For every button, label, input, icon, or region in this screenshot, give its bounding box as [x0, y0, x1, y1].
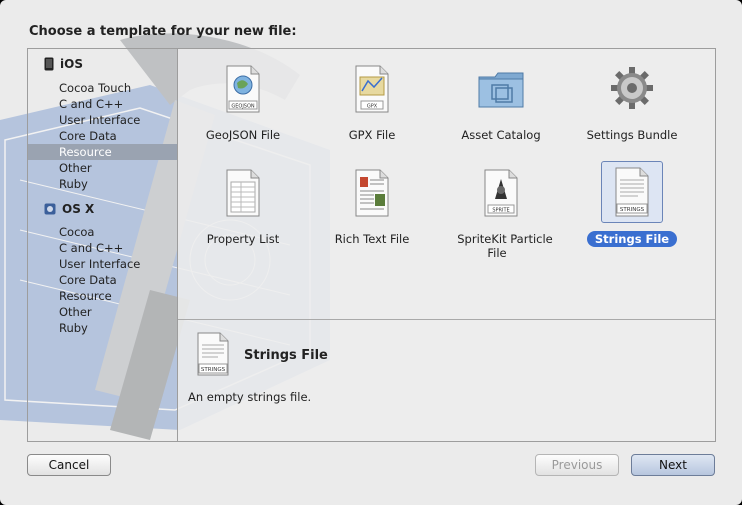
strings-file-icon: STRINGS	[601, 161, 663, 223]
next-button[interactable]: Next	[631, 454, 715, 476]
template-label: GPX File	[348, 128, 396, 142]
template-spritekit-particle-file[interactable]: SPRITE SpriteKit Particle File	[436, 159, 566, 260]
strings-file-icon: STRINGS	[197, 332, 229, 376]
gpx-file-icon: GPX	[355, 65, 389, 113]
svg-text:STRINGS: STRINGS	[201, 367, 226, 373]
sidebar-group-osx[interactable]: OS X	[44, 200, 94, 218]
dialog-heading: Choose a template for your new file:	[29, 24, 297, 39]
template-rich-text-file[interactable]: Rich Text File	[307, 159, 437, 249]
template-settings-bundle[interactable]: Settings Bundle	[567, 55, 697, 145]
sidebar-item-ruby-ios[interactable]: Ruby	[28, 176, 178, 192]
detail-title: Strings File	[244, 348, 328, 363]
cancel-button[interactable]: Cancel	[27, 454, 111, 476]
template-label: Rich Text File	[334, 232, 410, 246]
template-asset-catalog[interactable]: Asset Catalog	[436, 55, 566, 145]
sidebar-item-other-ios[interactable]: Other	[28, 160, 178, 176]
previous-button[interactable]: Previous	[535, 454, 619, 476]
sidebar-item-c-cpp-osx[interactable]: C and C++	[28, 240, 178, 256]
property-list-icon	[226, 169, 260, 217]
osx-icon	[44, 203, 56, 215]
svg-text:SPRITE: SPRITE	[492, 208, 509, 214]
sidebar-group-ios[interactable]: iOS	[44, 55, 83, 73]
iphone-icon	[44, 57, 54, 71]
sidebar-item-cocoa[interactable]: Cocoa	[28, 224, 178, 240]
sidebar-item-c-cpp-ios[interactable]: C and C++	[28, 96, 178, 112]
template-panel: GEOJSON GeoJSON File GPX GPX File Asset …	[177, 48, 716, 442]
template-label: Settings Bundle	[586, 128, 678, 142]
template-geojson-file[interactable]: GEOJSON GeoJSON File	[178, 55, 308, 145]
svg-text:GEOJSON: GEOJSON	[231, 104, 255, 110]
rich-text-file-icon	[355, 169, 389, 217]
template-strings-file[interactable]: STRINGS Strings File	[567, 159, 697, 249]
sidebar-item-other-osx[interactable]: Other	[28, 304, 178, 320]
sidebar-group-label: iOS	[60, 57, 83, 71]
template-label: Strings File	[586, 231, 678, 247]
sidebar-item-cocoa-touch[interactable]: Cocoa Touch	[28, 80, 178, 96]
sidebar-item-core-data-ios[interactable]: Core Data	[28, 128, 178, 144]
new-file-dialog: Choose a template for your new file: iOS…	[0, 0, 742, 505]
asset-catalog-folder-icon	[478, 72, 524, 108]
geojson-file-icon: GEOJSON	[226, 65, 260, 113]
template-gpx-file[interactable]: GPX GPX File	[307, 55, 437, 145]
svg-text:STRINGS: STRINGS	[620, 207, 645, 213]
sidebar-item-ruby-osx[interactable]: Ruby	[28, 320, 178, 336]
sprite-file-icon: SPRITE	[484, 169, 518, 217]
template-category-sidebar: iOS Cocoa Touch C and C++ User Interface…	[27, 48, 178, 442]
sidebar-item-core-data-osx[interactable]: Core Data	[28, 272, 178, 288]
template-label: Property List	[206, 232, 280, 246]
detail-description: An empty strings file.	[188, 390, 312, 404]
svg-text:GPX: GPX	[367, 104, 378, 110]
template-property-list[interactable]: Property List	[178, 159, 308, 249]
sidebar-group-label: OS X	[62, 202, 95, 216]
template-grid: GEOJSON GeoJSON File GPX GPX File Asset …	[178, 49, 715, 319]
sidebar-item-resource-ios[interactable]: Resource	[28, 144, 178, 160]
sidebar-item-user-interface-ios[interactable]: User Interface	[28, 112, 178, 128]
sidebar-item-resource-osx[interactable]: Resource	[28, 288, 178, 304]
template-label: Asset Catalog	[461, 128, 541, 142]
sidebar-item-user-interface-osx[interactable]: User Interface	[28, 256, 178, 272]
settings-gear-icon	[611, 67, 653, 109]
template-label: GeoJSON File	[205, 128, 281, 142]
template-detail: STRINGS Strings File An empty strings fi…	[178, 320, 715, 441]
template-label: SpriteKit Particle File	[457, 232, 553, 260]
